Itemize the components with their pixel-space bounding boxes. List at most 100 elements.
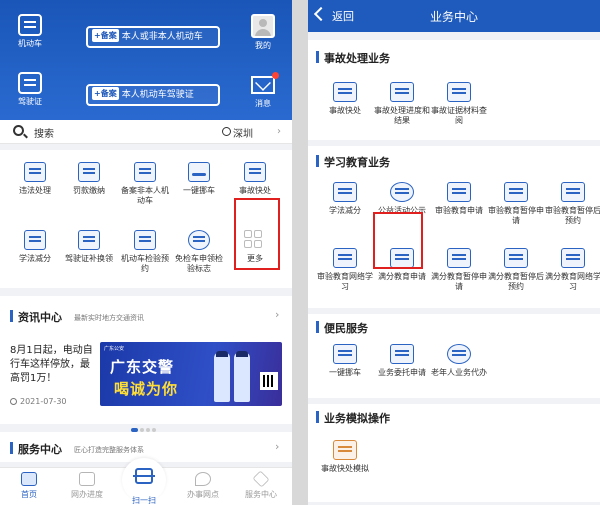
service-item-label: 学法减分 [329,206,361,215]
search-bar[interactable]: 搜索 深圳 › [0,120,292,144]
hero-row-license: 驾驶证 +备案 本人机动车驾驶证 消息 [0,72,292,112]
service-item-icon [390,182,414,202]
tab-home[interactable]: 首页 [4,472,54,500]
service-item[interactable]: 满分教育网络学习 [542,248,600,292]
chevron-right-icon[interactable]: › [275,440,279,453]
study-law-icon [24,230,46,250]
grid-item-label: 事故快处 [239,186,271,195]
register-tag: +备案 [92,87,119,100]
vehicle-label: 机动车 [18,39,42,48]
scan-icon [133,468,155,484]
location-icon [222,127,231,136]
license-renew-icon [78,230,100,250]
search-input[interactable]: 搜索 [34,125,54,140]
page-title: 业务中心 [429,10,478,24]
service-title: 服务中心 [18,443,62,456]
grid-item-4[interactable]: 一键挪车 [172,162,226,196]
register-license-button[interactable]: +备案 本人机动车驾驶证 [86,84,220,106]
service-item-label: 满分教育网络学习 [545,272,600,291]
news-headline[interactable]: 8月1日起，电动自行车这样停放，最高罚1万！ [10,344,96,386]
section-card-3: 便民服务 一键挪车 业务委托申请 老年人业务代办 [308,314,600,398]
service-item-icon [447,82,471,102]
grid-item-7[interactable]: 驾驶证补换领 [62,230,116,264]
chevron-right-icon[interactable]: › [275,308,279,321]
section-card-4: 业务模拟操作事故快处模拟 [308,404,600,502]
news-subtitle: 最新实时地方交通资讯 [74,314,144,322]
service-item-icon [561,248,585,268]
qr-code-icon [260,372,278,390]
service-item[interactable]: 一键挪车 [314,344,376,378]
register-license-text: 本人机动车驾驶证 [121,90,194,100]
service-item-label: 审验教育暂停申请 [488,206,544,225]
service-item-label: 事故证据材料查阅 [431,106,487,125]
tab-progress[interactable]: 网办进度 [62,472,112,500]
profile-entry[interactable]: 我的 [248,14,278,51]
grid-item-8[interactable]: 机动车检验预约 [118,230,172,274]
vehicle-icon [18,14,42,36]
license-entry[interactable]: 驾驶证 [14,72,46,107]
service-item[interactable]: 满分教育暂停后预约 [485,248,547,292]
service-item[interactable]: 老年人业务代办 [428,344,490,378]
service-item[interactable]: 满分教育暂停申请 [428,248,490,292]
grid-item-label: 备案非本人机动车 [121,186,169,205]
message-entry[interactable]: 消息 [248,72,279,109]
service-item[interactable]: 事故快处 [314,82,376,116]
service-item-icon [447,344,471,364]
home-icon [21,472,37,486]
banner-line1: 广东交警 [110,358,175,376]
register-vehicle-button[interactable]: +备案 本人或非本人机动车 [86,26,220,48]
grid-item-6[interactable]: 学法减分 [8,230,62,264]
bottom-tab-bar: 首页 网办进度 扫一扫 办事网点 服务中心 [0,458,292,505]
grid-item-3[interactable]: 备案非本人机动车 [118,162,172,206]
service-item-icon [447,248,471,268]
service-item[interactable]: 审验教育申请 [428,182,490,216]
service-item[interactable]: 学法减分 [314,182,376,216]
service-item[interactable]: 公益活动公示 [371,182,433,216]
tab-service-label: 服务中心 [245,490,277,499]
clock-icon [10,398,17,405]
traffic-violation-icon [24,162,46,182]
news-card: 资讯中心 最新实时地方交通资讯 › 8月1日起，电动自行车这样停放，最高罚1万！… [0,296,292,432]
city-selector[interactable]: 深圳 [233,125,253,140]
avatar [251,14,275,38]
service-item-label: 老年人业务代办 [431,368,487,377]
service-item-icon [390,344,414,364]
section-title: 业务模拟操作 [324,412,390,425]
inspection-badge-icon [188,230,210,250]
service-item[interactable]: 业务委托申请 [371,344,433,378]
license-icon [18,72,42,94]
service-item[interactable]: 事故快处模拟 [314,440,376,474]
service-item-icon [447,182,471,202]
tab-outlets[interactable]: 办事网点 [178,472,228,500]
news-banner-image[interactable]: 广东公安 广东交警 喝诚为你 [100,342,282,406]
envelope-icon [251,72,279,94]
service-item[interactable]: 审验教育暂停后预约 [542,182,600,226]
grid-item-1[interactable]: 违法处理 [8,162,62,196]
vehicle-inspection-icon [134,230,156,250]
service-item-label: 事故快处 [329,106,361,115]
police-figure-icon [214,351,230,402]
tab-service[interactable]: 服务中心 [236,470,286,500]
service-item-icon [561,182,585,202]
service-item-icon [504,248,528,268]
grid-item-5[interactable]: 事故快处 [228,162,282,196]
service-item[interactable]: 事故处理进度和结果 [371,82,433,126]
service-item-label: 满分教育暂停后预约 [488,272,544,291]
service-item-icon [333,248,357,268]
service-item[interactable]: 审验教育网络学习 [314,248,376,292]
vehicle-entry[interactable]: 机动车 [14,14,46,49]
section-title: 事故处理业务 [324,52,390,65]
grid-item-2[interactable]: 罚款缴纳 [62,162,116,196]
tab-progress-label: 网办进度 [71,490,103,499]
grid-item-label: 违法处理 [19,186,51,195]
service-item-label: 一键挪车 [329,368,361,377]
service-item[interactable]: 审验教育暂停申请 [485,182,547,226]
section-bar [10,442,13,454]
police-figure-icon [234,351,250,402]
news-date: 2021-07-30 [10,397,67,406]
service-item-label: 审验教育暂停后预约 [545,206,600,225]
grid-item-9[interactable]: 免检车申领检验标志 [172,230,226,274]
service-item[interactable]: 事故证据材料查阅 [428,82,490,126]
section-bar [316,155,319,167]
full-score-highlight-box [373,212,423,269]
